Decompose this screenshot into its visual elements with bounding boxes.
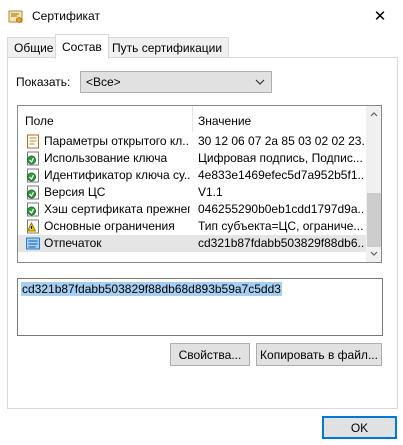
close-button[interactable]: ✕ — [357, 0, 403, 32]
field-value: Цифровая подпись, Подпис... — [198, 151, 363, 165]
certificate-field-icon — [27, 134, 39, 149]
field-name: Хэш сертификата прежнег... — [44, 202, 190, 216]
chevron-down-icon — [255, 79, 265, 85]
properties-button[interactable]: Свойства... — [170, 343, 250, 366]
vertical-scrollbar[interactable] — [366, 106, 381, 262]
certificate-icon — [8, 10, 23, 23]
selected-value-text[interactable]: cd321b87fdabb503829f88db68d893b59a7c5dd3 — [21, 282, 282, 296]
field-name: Параметры открытого кл... — [44, 134, 190, 148]
field-value-box[interactable]: cd321b87fdabb503829f88db68d893b59a7c5dd3 — [17, 278, 383, 336]
scroll-up-arrow[interactable] — [366, 106, 381, 122]
chevron-up-icon — [370, 112, 378, 117]
field-value: V1.1 — [198, 185, 223, 199]
title-bar: Сертификат ✕ — [0, 0, 403, 34]
table-row[interactable]: Отпечаток cd321b87fdabb503829f88db6... — [18, 235, 366, 252]
tab-general[interactable]: Общие — [7, 37, 61, 58]
show-dropdown-value: <Все> — [86, 75, 121, 89]
field-name: Использование ключа — [44, 151, 168, 165]
copy-to-file-button[interactable]: Копировать в файл... — [256, 343, 382, 366]
column-divider[interactable] — [192, 106, 193, 132]
table-row[interactable]: Использование ключа Цифровая подпись, Под… — [18, 150, 366, 167]
tab-details[interactable]: Состав — [55, 34, 109, 59]
scroll-down-arrow[interactable] — [366, 246, 381, 262]
show-label: Показать: — [16, 75, 71, 89]
table-row[interactable]: Идентификатор ключа су... 4e833e1469efec5… — [18, 167, 366, 184]
close-icon: ✕ — [373, 8, 387, 25]
scroll-thumb[interactable] — [367, 193, 381, 247]
table-row[interactable]: Версия ЦС V1.1 — [18, 184, 366, 201]
field-value: 046255290b0eb1cdd1797d9a... — [198, 202, 364, 216]
field-name: Версия ЦС — [44, 185, 106, 199]
field-value: 30 12 06 07 2a 85 03 02 02 23... — [198, 134, 364, 148]
property-icon — [26, 237, 40, 250]
fields-list[interactable]: Поле Значение Параметры открытого кл... 3… — [17, 105, 382, 263]
extension-icon — [27, 185, 39, 200]
field-value: cd321b87fdabb503829f88db6... — [198, 236, 364, 250]
column-header-field[interactable]: Поле — [25, 114, 54, 128]
ok-button[interactable]: OK — [322, 416, 397, 439]
field-value: 4e833e1469efec5d7a952b5f1... — [198, 168, 364, 182]
extension-icon — [27, 151, 39, 166]
extension-icon — [27, 202, 39, 217]
extension-icon — [27, 168, 39, 183]
field-value: Тип субъекта=ЦС, ограниче... — [198, 219, 364, 233]
field-name: Основные ограничения — [44, 219, 175, 233]
critical-extension-icon — [26, 219, 39, 234]
tab-certification-path[interactable]: Путь сертификации — [105, 37, 230, 58]
field-name: Идентификатор ключа су... — [44, 168, 190, 182]
show-dropdown[interactable]: <Все> — [80, 71, 272, 93]
table-row[interactable]: Основные ограничения Тип субъекта=ЦС, огр… — [18, 218, 366, 235]
column-header-value[interactable]: Значение — [198, 114, 251, 128]
chevron-down-icon — [370, 251, 378, 256]
table-row[interactable]: Хэш сертификата прежнег... 046255290b0eb1… — [18, 201, 366, 218]
window-title: Сертификат — [32, 9, 100, 23]
field-name: Отпечаток — [44, 236, 102, 250]
list-header: Поле Значение — [18, 106, 366, 132]
table-row[interactable]: Параметры открытого кл... 30 12 06 07 2a … — [18, 133, 366, 150]
tab-bar: Общие Состав Путь сертификации — [0, 34, 403, 59]
